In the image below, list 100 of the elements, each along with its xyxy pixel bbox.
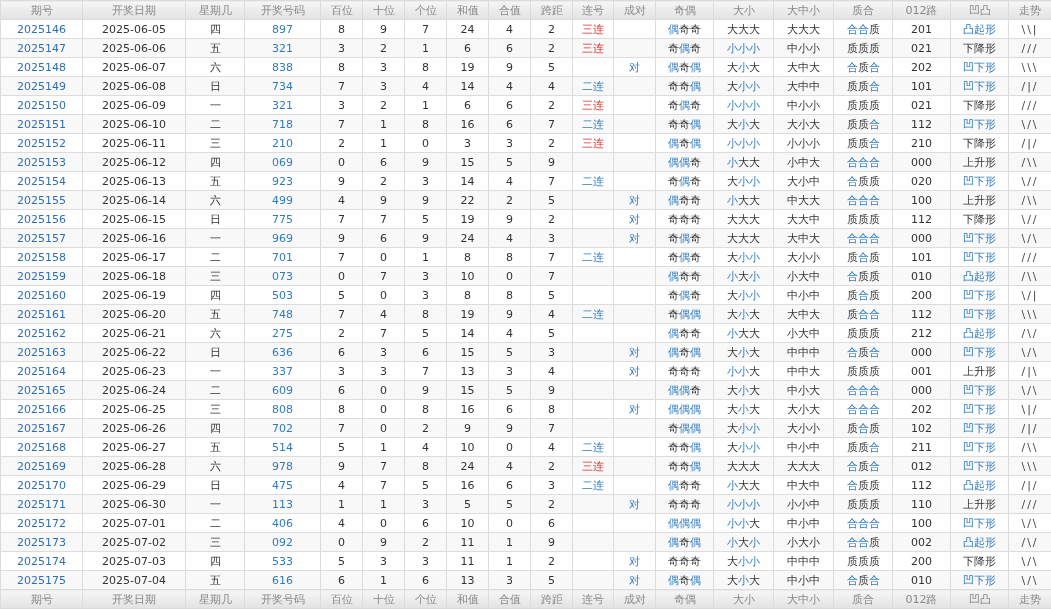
table-cell: 凸起形 [950, 19, 1009, 39]
table-cell: 897 [244, 19, 321, 39]
table-cell: 小小大 [713, 361, 774, 381]
table-cell: 11 [446, 551, 489, 571]
table-cell: 二连 [572, 247, 614, 267]
table-cell: 2025-06-19 [82, 285, 186, 305]
table-cell: 5 [404, 475, 447, 495]
table-cell: 大中大 [773, 57, 834, 77]
column-header: 跨距 [530, 0, 573, 20]
table-cell: 一 [185, 95, 245, 115]
table-cell: 923 [244, 171, 321, 191]
table-cell: 6 [488, 95, 531, 115]
table-cell: 8 [404, 399, 447, 419]
table-cell: 凹下形 [950, 285, 1009, 305]
table-cell: 奇奇奇 [655, 209, 714, 229]
table-cell: 3 [362, 361, 405, 381]
table-cell: 775 [244, 209, 321, 229]
table-cell: 533 [244, 551, 321, 571]
table-cell: 3 [362, 551, 405, 571]
table-cell: 7 [404, 361, 447, 381]
table-cell: 202 [892, 57, 951, 77]
table-cell: 小大中 [773, 323, 834, 343]
table-cell: 质质质 [833, 323, 893, 343]
table-cell: 日 [185, 209, 245, 229]
table-cell: 001 [892, 361, 951, 381]
table-cell: 四 [185, 285, 245, 305]
table-cell: 小小小 [713, 133, 774, 153]
table-cell: 4 [530, 437, 573, 457]
table-cell: 合合质 [833, 19, 893, 39]
table-cell: 2025-06-29 [82, 475, 186, 495]
table-cell: 101 [892, 247, 951, 267]
table-cell: 中中大 [773, 361, 834, 381]
table-cell: 7 [530, 247, 573, 267]
column-header: 星期几 [185, 0, 245, 20]
table-cell: 质质质 [833, 209, 893, 229]
table-cell: 5 [404, 209, 447, 229]
table-cell: 3 [320, 361, 363, 381]
table-cell: 2025-06-11 [82, 133, 186, 153]
table-cell: 8 [446, 247, 489, 267]
table-cell: 下降形 [950, 551, 1009, 571]
table-cell: 小小大 [713, 513, 774, 533]
table-cell: 中小中 [773, 437, 834, 457]
table-cell: 中小小 [773, 95, 834, 115]
column-header: 合值 [488, 0, 531, 20]
table-cell: 200 [892, 551, 951, 571]
table-cell: 三连 [572, 133, 614, 153]
table-cell: 7 [320, 247, 363, 267]
table-cell: 五 [185, 171, 245, 191]
table-cell: 5 [320, 285, 363, 305]
table-cell: 大小小 [713, 285, 774, 305]
table-cell: 下降形 [950, 133, 1009, 153]
table-cell: 337 [244, 361, 321, 381]
table-cell: 8 [404, 57, 447, 77]
table-cell: 日 [185, 475, 245, 495]
table-cell: 10 [446, 437, 489, 457]
table-cell: 13 [446, 361, 489, 381]
table-cell: 2025-06-25 [82, 399, 186, 419]
table-cell: 6 [446, 95, 489, 115]
table-cell: 210 [892, 133, 951, 153]
column-header: 百位 [320, 0, 363, 20]
table-cell: 8 [488, 247, 531, 267]
table-cell: 8 [320, 399, 363, 419]
table-cell: 五 [185, 437, 245, 457]
table-cell: 16 [446, 475, 489, 495]
table-cell: 4 [488, 171, 531, 191]
column-header: 质合 [833, 0, 893, 20]
table-cell: 2 [530, 551, 573, 571]
table-cell: 质合质 [833, 285, 893, 305]
table-cell: 3 [404, 171, 447, 191]
table-cell: 6 [488, 399, 531, 419]
table-cell: 凹下形 [950, 171, 1009, 191]
table-cell: 大小小 [713, 437, 774, 457]
table-cell: 0 [362, 285, 405, 305]
table-cell: 2025-06-05 [82, 19, 186, 39]
table-cell: 475 [244, 475, 321, 495]
table-cell: 6 [404, 513, 447, 533]
table-cell: 4 [488, 19, 531, 39]
column-header: 大小 [713, 0, 774, 20]
table-cell: 14 [446, 171, 489, 191]
table-cell: 5 [530, 57, 573, 77]
column-header: 奇偶 [655, 0, 714, 20]
table-cell: 2025-06-21 [82, 323, 186, 343]
table-cell: 2 [530, 19, 573, 39]
table-cell: 中大中 [773, 475, 834, 495]
table-cell: 1 [404, 247, 447, 267]
table-cell: 7 [404, 19, 447, 39]
table-cell: 9 [488, 57, 531, 77]
table-cell: 112 [892, 209, 951, 229]
table-cell: 小大大 [713, 323, 774, 343]
table-cell: 4 [488, 323, 531, 343]
table-cell: 8 [320, 19, 363, 39]
table-cell: 5 [530, 285, 573, 305]
table-cell: 4 [320, 513, 363, 533]
table-cell: 1 [488, 551, 531, 571]
column-header: 十位 [362, 0, 405, 20]
table-cell: 大大大 [773, 19, 834, 39]
table-cell: 2 [530, 95, 573, 115]
table-cell: 212 [892, 323, 951, 343]
table-cell: 0 [488, 513, 531, 533]
table-cell: 9 [320, 171, 363, 191]
